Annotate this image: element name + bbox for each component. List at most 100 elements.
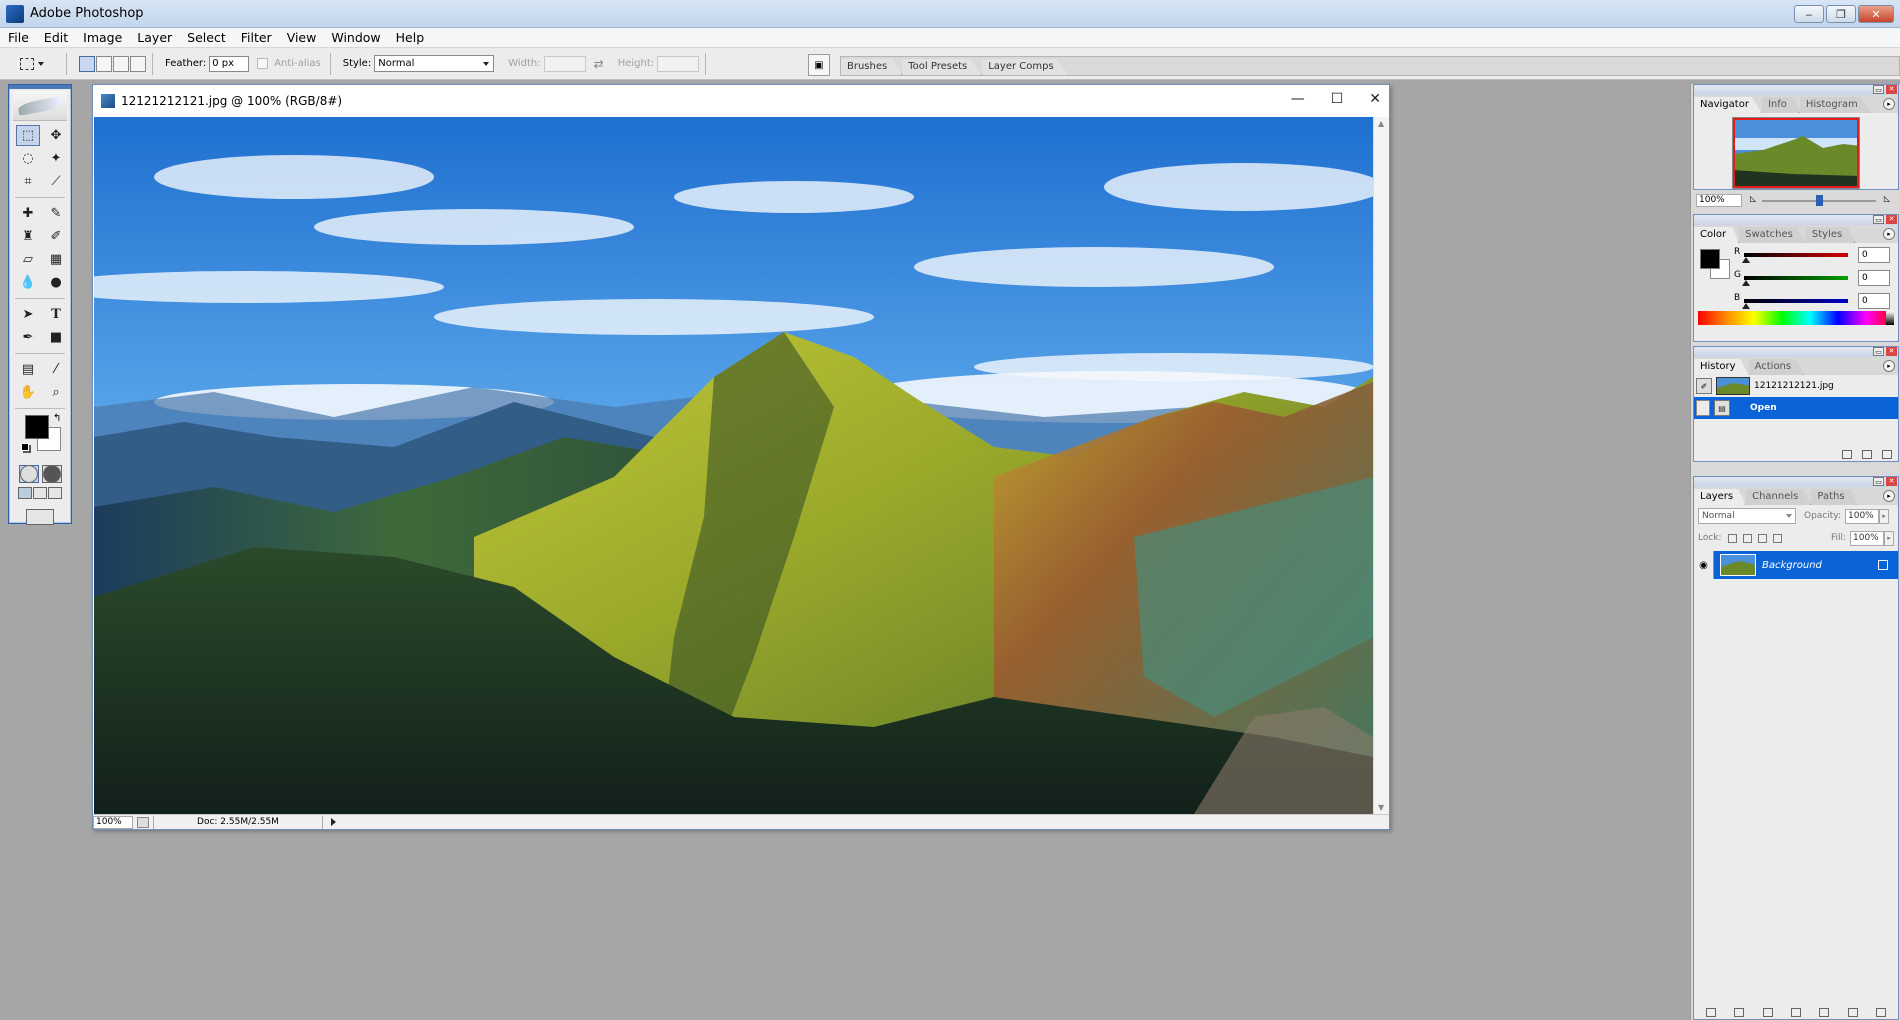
tab-swatches[interactable]: Swatches: [1739, 227, 1806, 243]
clone-stamp-tool-icon[interactable]: ♜: [16, 226, 40, 247]
zoom-out-icon[interactable]: ◺: [1750, 194, 1756, 203]
quick-mask-mode-button[interactable]: [41, 465, 62, 483]
red-value-input[interactable]: 0: [1858, 247, 1890, 263]
add-to-selection-button[interactable]: [96, 55, 112, 72]
menu-view[interactable]: View: [287, 30, 317, 45]
path-selection-tool-icon[interactable]: ➤: [16, 304, 40, 325]
foreground-color-swatch[interactable]: [25, 415, 49, 439]
gradient-tool-icon[interactable]: ▦: [44, 249, 68, 270]
palette-menu-icon[interactable]: ▸: [1883, 228, 1895, 240]
swap-colors-icon[interactable]: ↰: [53, 413, 61, 424]
brush-tool-icon[interactable]: ✎: [44, 203, 68, 224]
doc-maximize-icon[interactable]: ☐: [1331, 91, 1344, 107]
magic-wand-tool-icon[interactable]: ✦: [44, 148, 68, 169]
subtract-from-selection-button[interactable]: [113, 55, 129, 72]
palette-minimize-icon[interactable]: ▭: [1873, 477, 1884, 486]
zoom-in-icon[interactable]: ◺: [1884, 194, 1890, 203]
history-brush-source-icon[interactable]: ✐: [1696, 378, 1712, 394]
palette-menu-icon[interactable]: ▸: [1883, 490, 1895, 502]
layer-row[interactable]: ◉ Background: [1694, 551, 1898, 579]
toolbox-grip[interactable]: [9, 85, 71, 89]
layer-visibility-eye-icon[interactable]: ◉: [1694, 551, 1714, 579]
standard-mode-button[interactable]: [18, 465, 39, 483]
tab-brushes[interactable]: Brushes: [841, 59, 903, 75]
tab-history[interactable]: History: [1694, 359, 1749, 375]
green-slider[interactable]: [1744, 276, 1848, 280]
navigator-zoom-slider[interactable]: ◺ ◺: [1748, 194, 1890, 207]
lock-all-icon[interactable]: [1772, 533, 1782, 543]
slider-knob[interactable]: [1815, 194, 1823, 206]
healing-brush-tool-icon[interactable]: ✚: [16, 203, 40, 224]
lock-image-icon[interactable]: [1742, 533, 1752, 543]
slice-tool-icon[interactable]: ⟋: [44, 171, 68, 192]
palette-menu-icon[interactable]: ▸: [1883, 98, 1895, 110]
history-brush-tool-icon[interactable]: ✐: [44, 226, 68, 247]
adjustment-layer-icon[interactable]: [1790, 1007, 1801, 1017]
marquee-tool-icon[interactable]: ⬚: [16, 125, 40, 146]
menu-layer[interactable]: Layer: [137, 30, 172, 45]
history-state-marker-icon[interactable]: [1696, 400, 1710, 416]
opacity-slider-button[interactable]: ▸: [1879, 508, 1889, 524]
red-slider[interactable]: [1744, 253, 1848, 257]
zoom-tool-icon[interactable]: ⌕: [44, 382, 68, 403]
status-menu-arrow-icon[interactable]: [331, 818, 336, 826]
status-preview-icon[interactable]: [137, 816, 149, 828]
doc-close-icon[interactable]: ✕: [1369, 91, 1381, 107]
file-browser-icon[interactable]: ▣: [808, 54, 830, 76]
green-value-input[interactable]: 0: [1858, 270, 1890, 286]
tab-styles[interactable]: Styles: [1805, 227, 1856, 243]
image-canvas[interactable]: [94, 117, 1373, 814]
lock-position-icon[interactable]: [1757, 533, 1767, 543]
tab-actions[interactable]: Actions: [1748, 359, 1805, 375]
menu-file[interactable]: File: [8, 30, 29, 45]
scroll-down-icon[interactable]: ▼: [1378, 803, 1384, 812]
fill-slider-button[interactable]: ▸: [1884, 530, 1894, 546]
palette-minimize-icon[interactable]: ▭: [1873, 347, 1884, 356]
close-button[interactable]: ✕: [1858, 5, 1894, 23]
menu-image[interactable]: Image: [83, 30, 122, 45]
crop-tool-icon[interactable]: ⌗: [16, 171, 40, 192]
palette-close-icon[interactable]: ✕: [1886, 215, 1897, 224]
eyedropper-tool-icon[interactable]: ⁄: [44, 359, 68, 380]
link-layers-icon[interactable]: [1706, 1007, 1717, 1017]
antialias-checkbox[interactable]: [257, 58, 269, 69]
palette-close-icon[interactable]: ✕: [1886, 85, 1897, 94]
lock-transparency-icon[interactable]: [1727, 533, 1737, 543]
navigator-zoom-field[interactable]: 100%: [1696, 193, 1742, 207]
color-spectrum-bar[interactable]: [1698, 311, 1894, 325]
dodge-tool-icon[interactable]: ●: [44, 272, 68, 293]
delete-state-icon[interactable]: [1882, 449, 1892, 459]
history-state-row[interactable]: ▤ Open: [1694, 397, 1898, 419]
tool-preset-picker[interactable]: [20, 53, 60, 75]
style-select[interactable]: Normal: [374, 55, 495, 72]
palette-header[interactable]: ▭ ✕: [1694, 477, 1898, 487]
new-selection-button[interactable]: [79, 55, 95, 72]
history-snapshot-row[interactable]: ✐ 12121212121.jpg: [1694, 375, 1898, 397]
full-screen-menu-mode-button[interactable]: [32, 487, 47, 499]
red-slider-pointer-icon[interactable]: [1742, 257, 1750, 263]
full-screen-mode-button[interactable]: [48, 487, 63, 499]
palette-minimize-icon[interactable]: ▭: [1873, 85, 1884, 94]
new-group-icon[interactable]: [1819, 1007, 1830, 1017]
fill-input[interactable]: 100%: [1850, 530, 1884, 546]
tab-color[interactable]: Color: [1694, 227, 1740, 243]
feather-input[interactable]: 0 px: [209, 55, 250, 72]
type-tool-icon[interactable]: T: [44, 304, 68, 325]
notes-tool-icon[interactable]: ▤: [16, 359, 40, 380]
tab-layers[interactable]: Layers: [1694, 489, 1747, 505]
new-snapshot-icon[interactable]: [1862, 449, 1872, 459]
blend-mode-select[interactable]: Normal: [1698, 508, 1796, 524]
menu-help[interactable]: Help: [396, 30, 425, 45]
navigator-view-box[interactable]: [1733, 118, 1859, 188]
palette-minimize-icon[interactable]: ▭: [1873, 215, 1884, 224]
tab-info[interactable]: Info: [1761, 97, 1800, 113]
document-titlebar[interactable]: 12121212121.jpg @ 100% (RGB/8#) — ☐ ✕: [93, 85, 1389, 117]
swap-width-height-icon[interactable]: ⇄: [594, 57, 604, 71]
eraser-tool-icon[interactable]: ▱: [16, 249, 40, 270]
pen-tool-icon[interactable]: ✒: [16, 327, 40, 348]
green-slider-pointer-icon[interactable]: [1742, 280, 1750, 286]
doc-minimize-icon[interactable]: —: [1291, 91, 1305, 107]
minimize-button[interactable]: ‒: [1794, 5, 1824, 23]
palette-header[interactable]: ▭ ✕: [1694, 215, 1898, 225]
blue-slider[interactable]: [1744, 299, 1848, 303]
